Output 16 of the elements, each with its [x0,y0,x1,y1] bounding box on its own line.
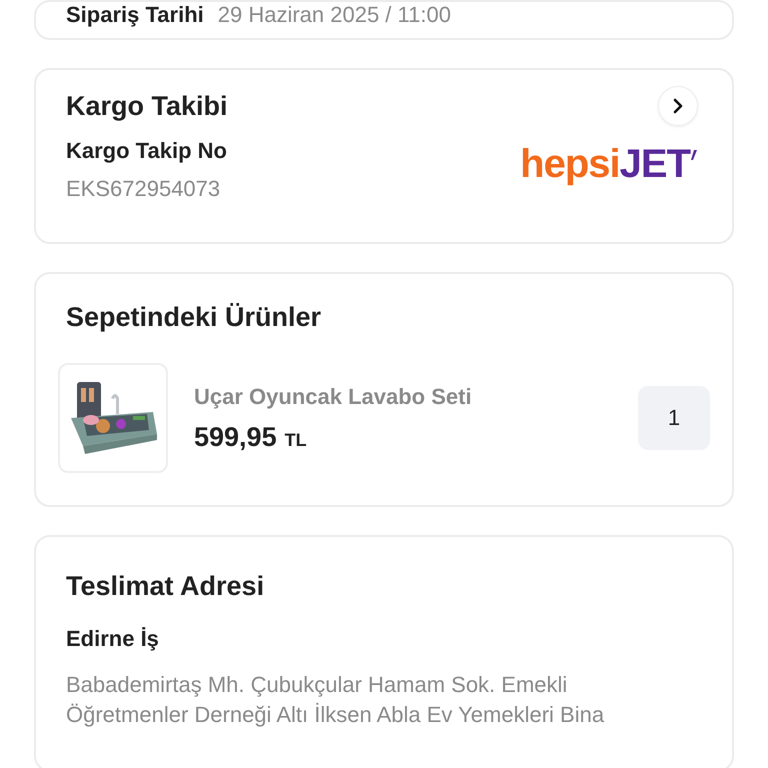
quantity-box[interactable]: 1 [638,386,710,450]
currency: TL [284,430,307,450]
order-date: 29 Haziran 2025 / 11:00 [218,2,451,28]
section-title: Teslimat Adresi [66,571,266,602]
carrier-logo: hepsiJET [520,142,698,186]
order-date-label: Sipariş Tarihi [66,2,204,28]
product-name: Uçar Oyuncak Lavabo Seti [194,384,472,410]
chevron-right-icon [671,97,685,115]
section-title: Kargo Takibi [66,90,228,122]
chevron-right-button[interactable] [658,86,698,126]
address-name: Edirne İş [66,626,160,652]
product-price: 599,95 [194,422,277,452]
section-title: Sepetindeki Ürünler [65,302,322,333]
tracking-number: EKS672954073 [66,176,222,202]
tracking-label: Kargo Takip No [66,138,227,164]
address-text: Babademirtaş Mh. Çubukçular Hamam Sok. Emekli Öğretmenler Derneği Altı İlksen Abla Ev Yemekleri Bina [66,671,606,729]
